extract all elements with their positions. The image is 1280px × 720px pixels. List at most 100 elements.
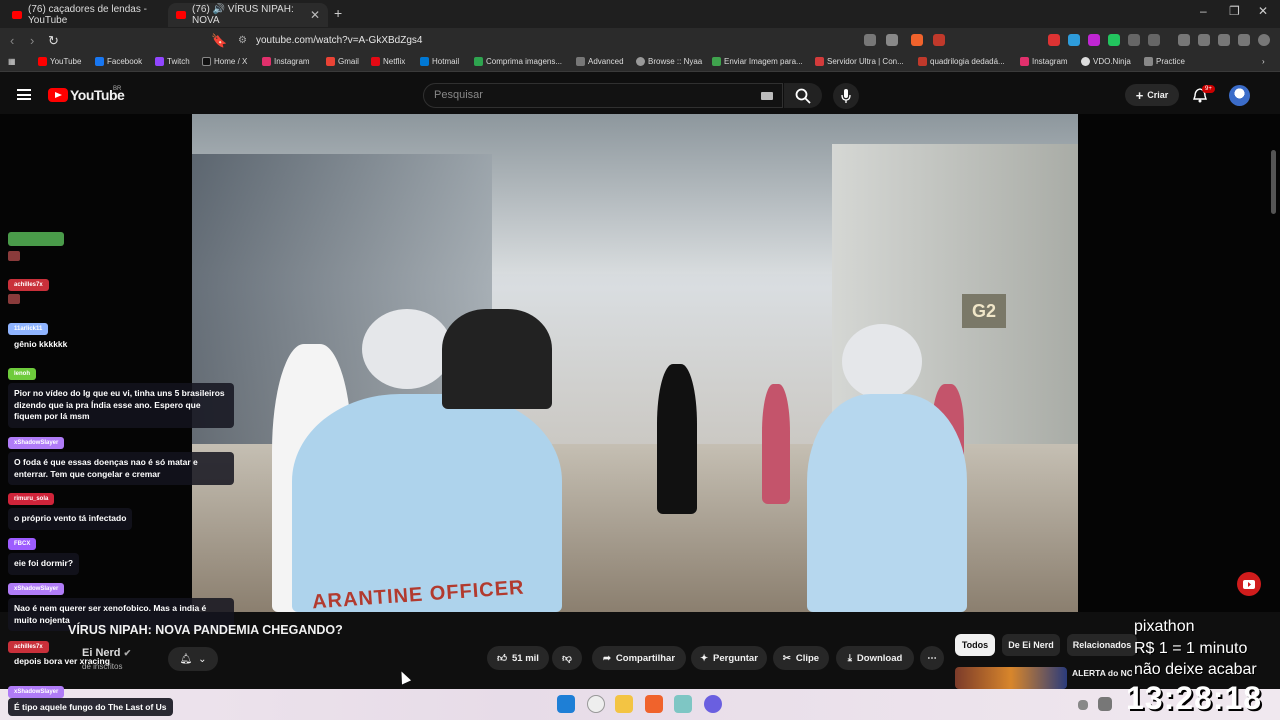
- chip-all[interactable]: Todos: [955, 634, 995, 656]
- download-label: Download: [856, 652, 903, 664]
- chat-emote-icon: [8, 251, 64, 263]
- chip-from-channel[interactable]: De Ei Nerd: [1002, 634, 1060, 656]
- bookmark-instagram-2[interactable]: Instagram: [1020, 57, 1068, 66]
- tab-cacadores[interactable]: (76) caçadores de lendas - YouTube: [4, 3, 164, 27]
- bookmark-netflix[interactable]: Netflix: [371, 57, 405, 66]
- bookmark-instagram[interactable]: Instagram: [262, 57, 310, 66]
- bookmark-practice[interactable]: Practice: [1144, 57, 1185, 66]
- bookmark-advanced[interactable]: Advanced: [576, 57, 624, 66]
- youtube-favicon-icon: [12, 11, 22, 19]
- clip-button[interactable]: ✂ Clipe: [773, 646, 829, 670]
- overlay-line-3: não deixe acabar: [1134, 661, 1257, 678]
- video-camera: [442, 309, 552, 409]
- bookmark-x[interactable]: Home / X: [202, 57, 247, 66]
- video-player[interactable]: G2 ARANTINE OFFICER: [192, 114, 1078, 612]
- extension-icon[interactable]: [1048, 34, 1060, 46]
- cast-icon[interactable]: [864, 34, 876, 46]
- forward-icon[interactable]: ›: [30, 33, 34, 48]
- bookmark-facebook[interactable]: Facebook: [95, 57, 142, 66]
- back-icon[interactable]: ‹: [10, 33, 14, 48]
- like-button[interactable]: 👍︎ 51 mil: [487, 646, 549, 670]
- voice-search-button[interactable]: [833, 83, 859, 109]
- bookmark-hotmail[interactable]: Hotmail: [420, 57, 459, 66]
- bookmark-youtube[interactable]: YouTube: [38, 57, 81, 66]
- recommendation-title[interactable]: ALERTA do NOVO NIPAH! CASOS CONFIRMADOS: [1072, 668, 1132, 679]
- bookmark-vdo-ninja[interactable]: VDO.Ninja: [1081, 57, 1131, 66]
- share-page-icon[interactable]: [886, 34, 898, 46]
- keyboard-icon[interactable]: [761, 92, 773, 100]
- share-button[interactable]: ➦ Compartilhar: [592, 646, 686, 670]
- close-window-icon[interactable]: ✕: [1258, 4, 1268, 18]
- hamburger-menu-icon[interactable]: [17, 89, 31, 100]
- split-view-icon[interactable]: [1198, 34, 1210, 46]
- search-icon[interactable]: [587, 695, 605, 713]
- extension-icon[interactable]: [1068, 34, 1080, 46]
- bookmark-nyaa[interactable]: Browse :: Nyaa: [636, 57, 702, 66]
- brave-shield-icon[interactable]: [911, 34, 923, 46]
- youtube-float-button[interactable]: [1237, 572, 1261, 596]
- apps-grid-icon[interactable]: ▦: [8, 57, 16, 66]
- more-actions-button[interactable]: ⋯: [920, 646, 944, 670]
- extensions-menu-icon[interactable]: [1128, 34, 1140, 46]
- bookmark-label: quadrilogia dedadá...: [930, 57, 1005, 66]
- sidebar-icon[interactable]: [1148, 34, 1160, 46]
- search-input[interactable]: Pesquisar: [423, 83, 783, 108]
- app-icon[interactable]: [674, 695, 692, 713]
- subscription-bell-button[interactable]: 🔔︎ ⌄: [168, 647, 218, 671]
- close-tab-icon[interactable]: ✕: [310, 8, 320, 22]
- reload-icon[interactable]: ↻: [48, 33, 59, 49]
- recommendation-thumbnail[interactable]: [955, 667, 1067, 689]
- file-explorer-icon[interactable]: [615, 695, 633, 713]
- overlay-line-2: R$ 1 = 1 minuto: [1134, 640, 1248, 657]
- site-info-icon[interactable]: ⚙: [238, 31, 247, 51]
- video-person: [762, 384, 790, 504]
- menu-icon[interactable]: [1258, 34, 1270, 46]
- minimize-icon[interactable]: –: [1200, 4, 1207, 18]
- vpn-icon[interactable]: [1238, 34, 1250, 46]
- extension-icon[interactable]: [1108, 34, 1120, 46]
- url-field[interactable]: ⚙ youtube.com/watch?v=A-GkXBdZgs4: [230, 31, 950, 51]
- youtube-logo-icon[interactable]: [48, 88, 68, 102]
- chat-username: xShadowSlayer: [8, 437, 65, 449]
- bookmark-label: Gmail: [338, 57, 359, 66]
- windows-start-icon[interactable]: [557, 695, 575, 713]
- extension-icon[interactable]: [1088, 34, 1100, 46]
- tray-icon[interactable]: [1098, 697, 1112, 711]
- dislike-button[interactable]: 👎︎: [552, 646, 582, 670]
- bookmark-servidor-ultra[interactable]: Servidor Ultra | Con...: [815, 57, 904, 66]
- tray-expand-icon[interactable]: [1078, 700, 1088, 710]
- chat-message: rimuru_sola o próprio vento tá infectado: [8, 492, 133, 530]
- tab-virus-nipah[interactable]: (76) 🔊 VÍRUS NIPAH: NOVA ✕: [168, 3, 328, 27]
- video-hairnet: [362, 309, 452, 389]
- scrollbar[interactable]: [1271, 150, 1276, 214]
- bookmark-quadrilogia[interactable]: quadrilogia dedadá...: [918, 57, 1005, 66]
- media-icon[interactable]: [1178, 34, 1190, 46]
- search-button[interactable]: [784, 83, 822, 108]
- discord-icon[interactable]: [704, 695, 722, 713]
- new-tab-icon[interactable]: +: [334, 5, 342, 21]
- wallet-icon[interactable]: [1218, 34, 1230, 46]
- ask-button[interactable]: ✦ Perguntar: [691, 646, 767, 670]
- taskbar: [0, 689, 1280, 720]
- bookmark-gmail[interactable]: Gmail: [326, 57, 359, 66]
- tab-label: (76) caçadores de lendas - YouTube: [28, 4, 147, 26]
- video-hairnet: [842, 324, 922, 399]
- plus-icon: +: [1135, 87, 1144, 103]
- bookmark-enviar-imagem[interactable]: Enviar Imagem para...: [712, 57, 803, 66]
- video-person: [807, 394, 967, 612]
- chip-related[interactable]: Relacionados: [1067, 634, 1137, 656]
- restore-icon[interactable]: ❐: [1229, 4, 1240, 18]
- url-text: youtube.com/watch?v=A-GkXBdZgs4: [256, 35, 423, 46]
- bookmark-comprima[interactable]: Comprima imagens...: [474, 57, 562, 66]
- avatar[interactable]: [1229, 85, 1250, 106]
- bookmark-twitch[interactable]: Twitch: [155, 57, 190, 66]
- brave-rewards-icon[interactable]: [933, 34, 945, 46]
- channel-name[interactable]: Ei Nerd ✔: [82, 647, 131, 659]
- brave-browser-icon[interactable]: [645, 695, 663, 713]
- download-button[interactable]: ⤓ Download: [836, 646, 914, 670]
- create-button[interactable]: + Criar: [1125, 84, 1179, 106]
- bookmarks-overflow-icon[interactable]: ›: [1262, 57, 1265, 66]
- ninja-icon: [1081, 57, 1090, 66]
- bell-icon: 🔔︎: [179, 653, 193, 665]
- bookmark-icon[interactable]: 🔖: [211, 33, 227, 49]
